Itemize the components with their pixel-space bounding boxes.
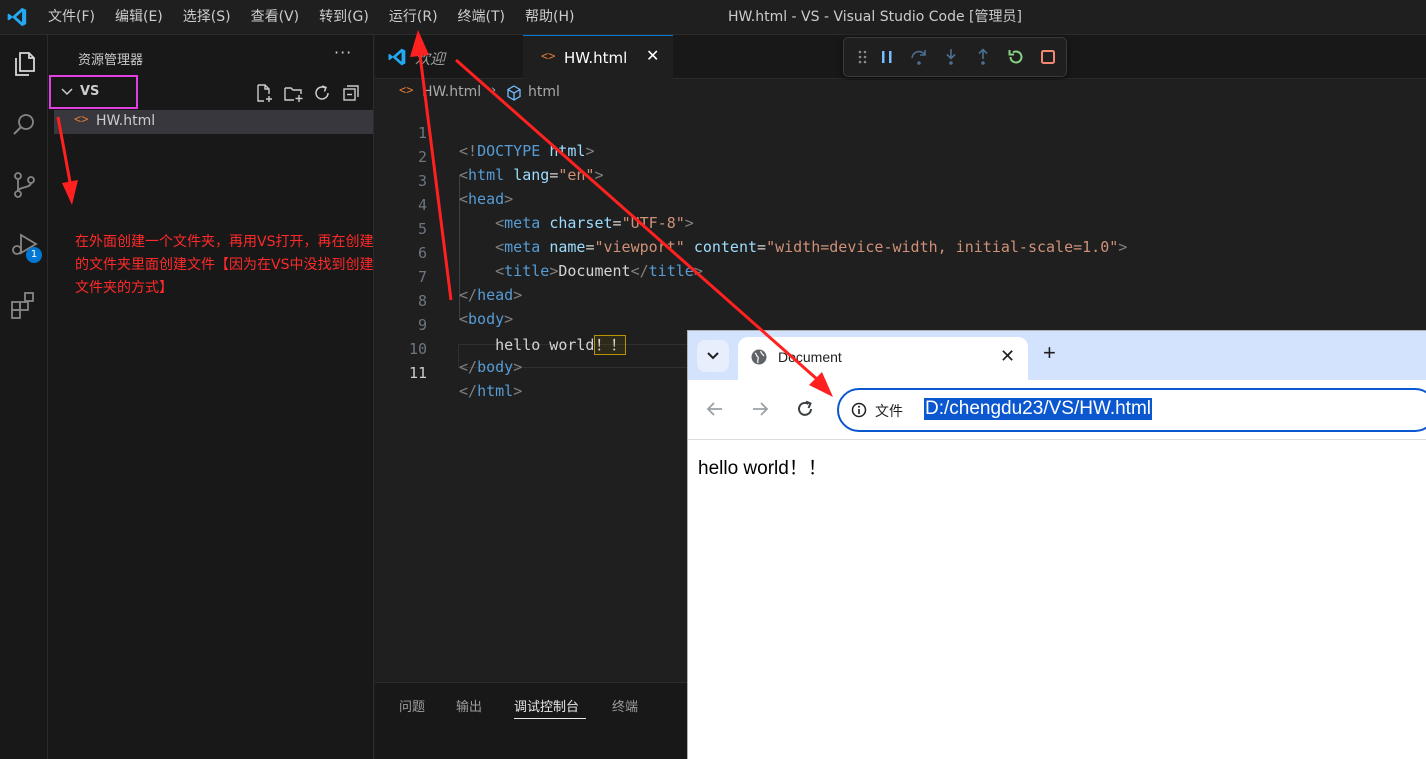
breadcrumb-separator: › (491, 83, 497, 98)
folder-actions (254, 83, 361, 103)
code-line: 6 <title>Document</title> (375, 226, 1426, 280)
line-number: 11 (408, 364, 427, 382)
browser-window: Document ✕ + 文件 D:/chengdu23/VS/HW.html … (687, 330, 1426, 759)
tab-welcome[interactable]: 欢迎 (375, 35, 522, 79)
code-line: 9 hello world！！ (375, 298, 1426, 355)
tab-search-button[interactable] (697, 340, 729, 372)
drag-handle-icon[interactable] (853, 47, 873, 67)
menu-bar: 文件(F) 编辑(E) 选择(S) 查看(V) 转到(G) 运行(R) 终端(T… (38, 0, 584, 35)
browser-toolbar: 文件 D:/chengdu23/VS/HW.html (688, 380, 1426, 440)
debug-badge: 1 (26, 247, 42, 263)
tab-hw-html[interactable]: <> HW.html ✕ (523, 35, 673, 79)
browser-tab-strip: Document ✕ + (688, 331, 1426, 380)
breadcrumb-file[interactable]: HW.html (422, 84, 481, 100)
new-folder-icon[interactable] (283, 83, 303, 103)
more-actions-icon[interactable]: ··· (334, 43, 352, 62)
pause-icon[interactable] (877, 47, 897, 67)
menu-terminal[interactable]: 终端(T) (448, 0, 515, 35)
stop-icon[interactable] (1038, 47, 1058, 67)
menu-view[interactable]: 查看(V) (241, 0, 310, 35)
new-file-icon[interactable] (254, 83, 274, 103)
close-icon[interactable]: ✕ (1000, 346, 1015, 367)
restart-icon[interactable] (1006, 47, 1026, 67)
file-item-hw-html[interactable]: <> HW.html (54, 110, 373, 134)
browser-tab-title: Document (778, 349, 842, 365)
file-name: HW.html (96, 113, 156, 129)
title-bar: 文件(F) 编辑(E) 选择(S) 查看(V) 转到(G) 运行(R) 终端(T… (0, 0, 1426, 35)
tab-debug-console[interactable]: 调试控制台 (514, 696, 579, 715)
page-content: hello world！！ (698, 458, 827, 479)
code-line: 5 <meta name="viewport" content="width=d… (375, 202, 1426, 256)
tab-output[interactable]: 输出 (456, 696, 482, 715)
new-tab-button[interactable]: + (1043, 340, 1056, 366)
code-line: 2 <html lang="en"> (375, 130, 1426, 184)
code-line: 7 </head> (375, 250, 1426, 304)
tab-terminal[interactable]: 终端 (612, 696, 638, 715)
activity-bar: 1 (0, 35, 48, 759)
highlight-box (49, 75, 138, 109)
window-title: HW.html - VS - Visual Studio Code [管理员] (728, 9, 1022, 25)
url-text[interactable]: D:/chengdu23/VS/HW.html (924, 398, 1152, 420)
back-arrow-icon[interactable] (704, 398, 726, 420)
menu-edit[interactable]: 编辑(E) (105, 0, 173, 35)
search-icon[interactable] (9, 110, 39, 140)
vscode-logo-icon (7, 7, 27, 27)
element-cube-icon (507, 85, 521, 101)
browser-tab[interactable]: Document ✕ (738, 337, 1028, 380)
info-icon[interactable] (851, 402, 867, 418)
code-line: 3 <head> (375, 154, 1426, 208)
files-icon[interactable] (9, 49, 39, 79)
code-line: 4 <meta charset="UTF-8"> (375, 178, 1426, 232)
tab-label: HW.html (564, 49, 628, 67)
code-line: 8 <body> (375, 274, 1426, 328)
menu-go[interactable]: 转到(G) (309, 0, 379, 35)
html-file-icon: <> (541, 49, 556, 63)
source-control-icon[interactable] (9, 170, 39, 200)
annotation-text: 在外面创建一个文件夹，再用VS打开，再在创建的文件夹里面创建文件【因为在VS中没… (75, 234, 374, 296)
reload-icon[interactable] (794, 398, 816, 420)
debug-toolbar (843, 37, 1067, 77)
menu-run[interactable]: 运行(R) (379, 0, 448, 35)
breadcrumb-element[interactable]: html (528, 84, 560, 100)
menu-file[interactable]: 文件(F) (38, 0, 105, 35)
extensions-icon[interactable] (9, 290, 39, 320)
tab-problems[interactable]: 问题 (399, 696, 425, 715)
breadcrumb: <> HW.html › html (375, 80, 1426, 104)
tab-label: 欢迎 (415, 50, 446, 68)
menu-selection[interactable]: 选择(S) (173, 0, 241, 35)
explorer-sidebar: 资源管理器 ··· VS <> HW.html 在外面创建一个文件夹，再用VS打… (48, 35, 374, 759)
explorer-title: 资源管理器 (78, 53, 144, 68)
vscode-logo-icon (388, 48, 406, 66)
html-file-icon: <> (74, 112, 89, 126)
globe-icon (751, 349, 767, 365)
forward-arrow-icon[interactable] (749, 398, 771, 420)
active-tab-underline (514, 718, 586, 719)
collapse-all-icon[interactable] (341, 83, 361, 103)
step-out-icon[interactable] (973, 47, 993, 67)
step-over-icon[interactable] (909, 47, 929, 67)
html-file-icon: <> (399, 83, 414, 97)
url-scheme-label: 文件 (875, 403, 903, 419)
address-bar[interactable]: 文件 D:/chengdu23/VS/HW.html (837, 388, 1426, 432)
close-icon[interactable]: ✕ (646, 46, 659, 65)
code-line: 1 <!DOCTYPE html> (375, 106, 1426, 160)
menu-help[interactable]: 帮助(H) (515, 0, 584, 35)
step-into-icon[interactable] (941, 47, 961, 67)
refresh-icon[interactable] (312, 83, 332, 103)
chevron-down-icon (707, 352, 719, 360)
